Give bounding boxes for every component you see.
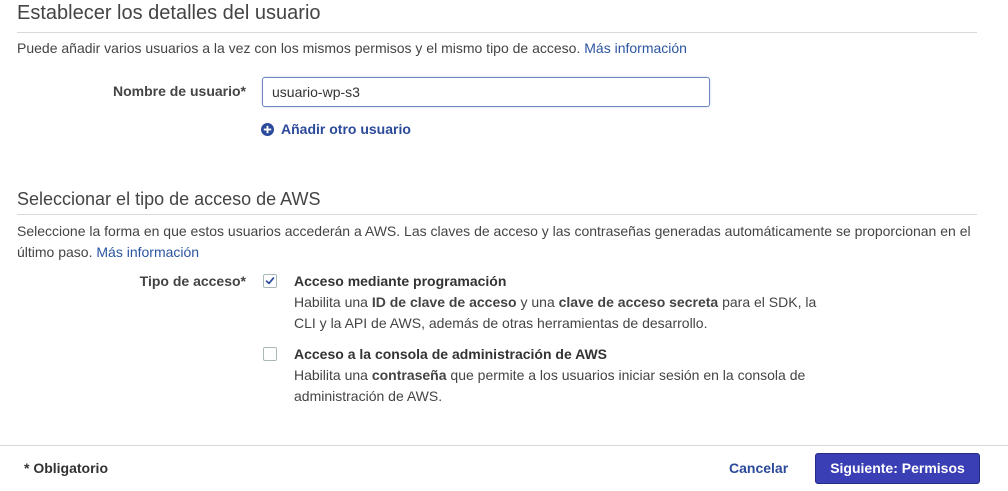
desc-bold-password: contraseña bbox=[371, 367, 447, 383]
console-access-checkbox[interactable] bbox=[263, 347, 277, 361]
cancel-button[interactable]: Cancelar bbox=[729, 460, 788, 476]
description-text: Puede añadir varios usuarios a la vez co… bbox=[17, 40, 581, 56]
desc-text: CLI y la API de AWS, además de otras her… bbox=[294, 315, 708, 331]
add-another-user-label: Añadir otro usuario bbox=[281, 121, 411, 137]
more-info-link[interactable]: Más información bbox=[96, 244, 199, 260]
more-info-link[interactable]: Más información bbox=[584, 40, 687, 56]
programmatic-access-checkbox[interactable] bbox=[263, 274, 277, 288]
section-title-access-type: Seleccionar el tipo de acceso de AWS bbox=[17, 189, 321, 209]
username-label: Nombre de usuario* bbox=[112, 83, 246, 99]
desc-text: y una bbox=[516, 294, 559, 310]
section-divider bbox=[17, 214, 977, 215]
section-title-user-details: Establecer los detalles del usuario bbox=[17, 2, 321, 24]
desc-text: Habilita una bbox=[294, 294, 372, 310]
desc-bold-secret-key: clave de acceso secreta bbox=[558, 294, 719, 310]
desc-text: Habilita una bbox=[294, 367, 372, 383]
access-type-label: Tipo de acceso* bbox=[139, 273, 246, 289]
programmatic-access-description: Habilita una ID de clave de acceso y una… bbox=[294, 292, 834, 334]
required-note: * Obligatorio bbox=[24, 460, 108, 476]
desc-text: que permite a los usuarios iniciar sesió… bbox=[446, 367, 806, 383]
console-access-description: Habilita una contraseña que permite a lo… bbox=[294, 365, 834, 407]
description-line-1: Seleccione la forma en que estos usuario… bbox=[17, 223, 971, 239]
section-description: Puede añadir varios usuarios a la vez co… bbox=[17, 38, 687, 59]
console-access-title: Acceso a la consola de administración de… bbox=[294, 346, 608, 362]
plus-circle-icon bbox=[261, 122, 274, 136]
username-input[interactable] bbox=[262, 77, 710, 107]
checkmark-icon bbox=[265, 277, 275, 285]
description-line-2: último paso. Más información bbox=[17, 242, 982, 263]
desc-text: para el SDK, la bbox=[718, 294, 817, 310]
desc-bold-access-key-id: ID de clave de acceso bbox=[371, 294, 517, 310]
next-permissions-button[interactable]: Siguiente: Permisos bbox=[815, 453, 980, 484]
desc-text: administración de AWS. bbox=[294, 388, 443, 404]
add-another-user-link[interactable]: Añadir otro usuario bbox=[261, 121, 411, 137]
section-description: Seleccione la forma en que estos usuario… bbox=[17, 221, 982, 263]
programmatic-access-title: Acceso mediante programación bbox=[294, 273, 507, 289]
description-line-2-text: último paso. bbox=[17, 244, 93, 260]
footer-divider bbox=[0, 445, 1008, 446]
section-divider bbox=[17, 32, 977, 33]
